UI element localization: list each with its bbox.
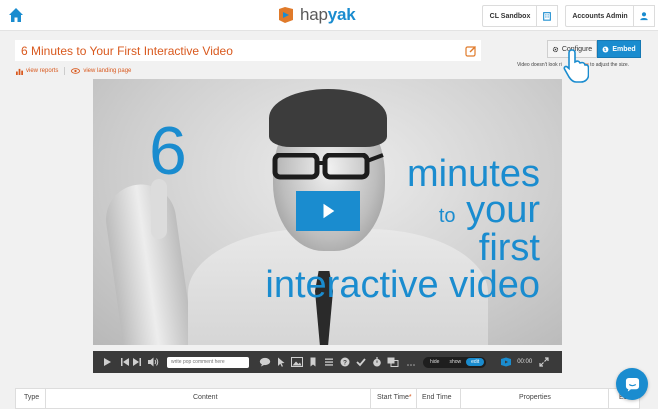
globe-icon: [602, 46, 609, 52]
column-content[interactable]: Content: [193, 394, 218, 401]
notice-suffix: to adjust the size.: [588, 62, 630, 68]
skip-back-icon[interactable]: [119, 356, 131, 368]
chat-icon: [625, 377, 639, 392]
annotations-table: Type Content Start Time* End Time Proper…: [15, 388, 640, 409]
notice-prefix: Video doesn't look ri: [517, 62, 562, 68]
play-button[interactable]: [296, 191, 360, 231]
view-reports-link[interactable]: view reports: [16, 68, 58, 75]
top-bar: hapyak CL Sandbox Accounts Admin: [0, 0, 658, 31]
bar-chart-icon: [16, 68, 23, 75]
video-text-to: to: [438, 205, 456, 227]
question-icon[interactable]: ?: [339, 356, 351, 368]
user-icon[interactable]: [633, 5, 655, 27]
video-text-minutes: minutes: [406, 153, 540, 195]
column-start-time[interactable]: Start Time*: [377, 394, 412, 401]
video-text-interactive-video: interactive video: [265, 264, 540, 306]
column-divider: [45, 389, 46, 408]
image-icon[interactable]: [291, 356, 303, 368]
skip-forward-icon[interactable]: [131, 356, 143, 368]
view-reports-label: view reports: [26, 68, 59, 74]
play-icon: [323, 203, 335, 219]
home-icon[interactable]: [8, 7, 24, 23]
required-marker: *: [408, 394, 412, 401]
logo-text-hap: hap: [300, 5, 328, 24]
hapyak-logo[interactable]: hapyak: [276, 5, 356, 25]
link-separator: [64, 67, 66, 75]
svg-text:?: ?: [343, 359, 347, 366]
hapyak-mark-icon[interactable]: [500, 356, 512, 368]
checkmark-icon[interactable]: [355, 356, 367, 368]
view-landing-page-label: view landing page: [83, 68, 132, 74]
logo-text-yak: yak: [327, 5, 356, 24]
column-divider: [460, 389, 461, 408]
segment-edit[interactable]: edit: [466, 358, 485, 366]
player-controls: ? hide show edit 00:00: [93, 351, 562, 373]
video-person-hair: [269, 89, 387, 147]
gear-icon: [552, 46, 558, 52]
column-properties[interactable]: Properties: [519, 394, 551, 401]
video-text-your: your: [466, 189, 540, 231]
project-title-box[interactable]: 6 Minutes to Your First Interactive Vide…: [15, 40, 481, 61]
building-icon[interactable]: [536, 5, 558, 27]
logo-mark-icon: [279, 7, 293, 23]
column-divider: [608, 389, 609, 408]
video-text-first: first: [478, 227, 540, 269]
segment-show[interactable]: show: [444, 358, 466, 366]
cursor-icon[interactable]: [275, 356, 287, 368]
segment-hide[interactable]: hide: [425, 358, 444, 366]
pop-comment-input[interactable]: [167, 356, 249, 368]
project-links: view reports view landing page: [16, 67, 131, 75]
column-divider: [370, 389, 371, 408]
video-text-to-your: to your: [439, 191, 540, 229]
accounts-admin-button[interactable]: Accounts Admin: [565, 5, 635, 27]
hand-pointer-icon: [563, 48, 590, 84]
column-type[interactable]: Type: [24, 394, 39, 401]
volume-icon[interactable]: [147, 356, 159, 368]
edit-title-icon[interactable]: [465, 44, 477, 57]
page-title: 6 Minutes to Your First Interactive Vide…: [21, 44, 233, 58]
time-display: 00:00: [517, 359, 533, 365]
view-landing-page-link[interactable]: view landing page: [71, 68, 131, 74]
embed-button[interactable]: Embed: [597, 40, 641, 58]
play-control-icon[interactable]: [101, 356, 113, 368]
column-end-time[interactable]: End Time: [422, 394, 452, 401]
fullscreen-icon[interactable]: [538, 356, 550, 368]
sandbox-button[interactable]: CL Sandbox: [482, 5, 538, 27]
video-player[interactable]: 6 minutes to your first interactive vide…: [93, 79, 562, 345]
list-icon[interactable]: [323, 356, 335, 368]
eye-icon: [71, 68, 81, 74]
video-big-number: 6: [149, 113, 187, 189]
visibility-toggle[interactable]: hide show edit: [423, 356, 487, 368]
column-divider: [416, 389, 417, 408]
more-dots-icon[interactable]: [405, 356, 417, 368]
copy-icon[interactable]: [387, 356, 399, 368]
video-person-glasses: [272, 153, 384, 180]
chat-widget-button[interactable]: [616, 368, 648, 400]
stopwatch-icon[interactable]: [371, 356, 383, 368]
bookmark-icon[interactable]: [307, 356, 319, 368]
embed-label: Embed: [612, 45, 636, 53]
column-start-time-label: Start Time: [377, 394, 409, 401]
speech-bubble-icon[interactable]: [259, 356, 271, 368]
